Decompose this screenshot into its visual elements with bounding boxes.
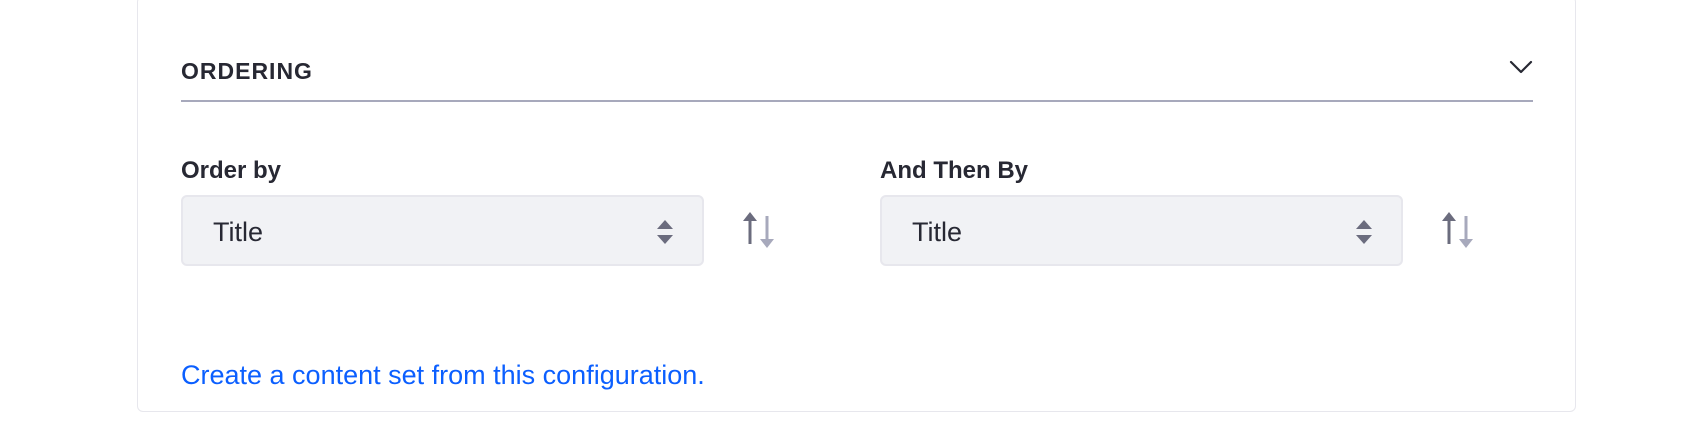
ordering-section-header[interactable]: ORDERING — [181, 50, 1533, 102]
select-caret-icon — [657, 220, 673, 244]
then-by-value: Title — [912, 217, 963, 247]
select-caret-icon — [1356, 220, 1372, 244]
order-by-select[interactable]: Title — [181, 195, 704, 266]
sort-direction-icon[interactable] — [739, 210, 779, 250]
chevron-down-icon[interactable] — [1509, 58, 1533, 78]
section-title: ORDERING — [181, 58, 313, 84]
create-content-set-link[interactable]: Create a content set from this configura… — [181, 360, 705, 391]
order-by-label: Order by — [181, 157, 282, 184]
then-by-label: And Then By — [880, 157, 1028, 184]
sort-direction-icon[interactable] — [1438, 210, 1478, 250]
order-by-value: Title — [213, 217, 264, 247]
then-by-select[interactable]: Title — [880, 195, 1403, 266]
